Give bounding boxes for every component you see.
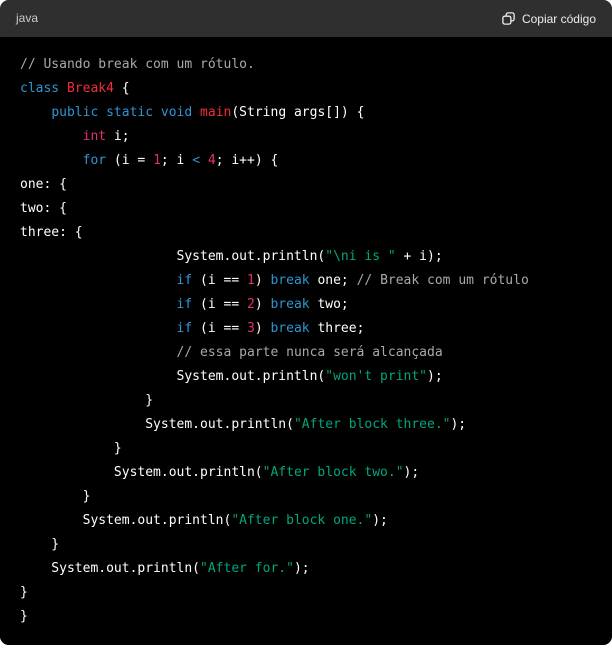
code-line: System.out.println("After block two."); bbox=[20, 465, 420, 480]
code-line: } bbox=[20, 489, 91, 504]
code-line: one: { bbox=[20, 177, 67, 192]
code-line: System.out.println("won't print"); bbox=[20, 369, 443, 384]
copy-icon bbox=[501, 11, 516, 26]
code-line: three: { bbox=[20, 225, 83, 240]
code-line: System.out.println("After for."); bbox=[20, 561, 310, 576]
code-line: System.out.println("After block three.")… bbox=[20, 417, 467, 432]
code-line: class Break4 { bbox=[20, 81, 130, 96]
code-line: } bbox=[20, 609, 28, 624]
copy-code-button[interactable]: Copiar código bbox=[501, 11, 596, 26]
code-content: // Usando break com um rótulo. class Brea… bbox=[0, 37, 612, 645]
code-line: System.out.println("\ni is " + i); bbox=[20, 249, 443, 264]
code-line: } bbox=[20, 441, 122, 456]
code-line: if (i == 3) break three; bbox=[176, 321, 365, 336]
code-line: if (i == 1) break one; // Break com um r… bbox=[176, 273, 529, 288]
code-line: System.out.println("After block one."); bbox=[20, 513, 388, 528]
code-line: two: { bbox=[20, 201, 67, 216]
code-line: } bbox=[20, 537, 60, 552]
copy-code-label: Copiar código bbox=[521, 11, 596, 26]
code-line: // essa parte nunca será alcançada bbox=[176, 345, 443, 360]
code-header: java Copiar código bbox=[0, 0, 612, 37]
language-label: java bbox=[16, 11, 39, 25]
code-line: // Usando break com um rótulo. bbox=[20, 57, 255, 72]
code-block: java Copiar código // Usando break com u… bbox=[0, 0, 612, 645]
code-line: for (i = 1; i < 4; i++) { bbox=[82, 153, 279, 168]
code-line: public static void main(String args[]) { bbox=[51, 105, 365, 120]
code-line: } bbox=[20, 393, 154, 408]
code-line: } bbox=[20, 585, 28, 600]
code-line: int i; bbox=[82, 129, 130, 144]
code-line: if (i == 2) break two; bbox=[176, 297, 349, 312]
